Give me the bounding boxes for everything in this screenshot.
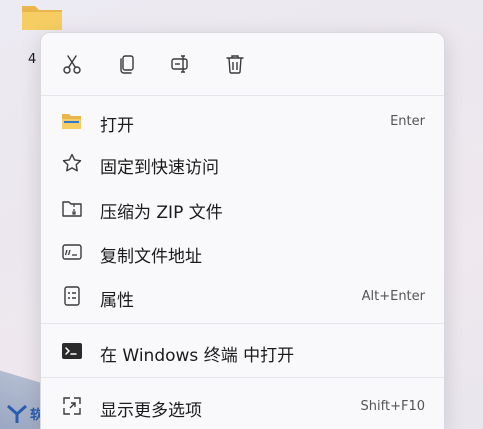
more-options-icon bbox=[61, 395, 83, 417]
menu-item-compress-zip[interactable]: 压缩为 ZIP 文件 bbox=[47, 188, 440, 228]
copy-path-icon bbox=[61, 241, 83, 263]
trash-icon bbox=[226, 55, 244, 74]
menu-item-shortcut: Shift+F10 bbox=[360, 399, 425, 414]
properties-icon bbox=[61, 285, 83, 307]
menu-item-show-more-options[interactable]: 显示更多选项 Shift+F10 bbox=[47, 386, 440, 426]
desktop-folder-caption: 4 bbox=[28, 52, 37, 67]
menu-separator bbox=[41, 323, 444, 324]
menu-item-properties[interactable]: 属性 Alt+Enter bbox=[47, 276, 440, 316]
zip-folder-icon bbox=[61, 197, 83, 219]
menu-item-open[interactable]: 打开 Enter bbox=[47, 101, 440, 141]
desktop-folder-icon[interactable] bbox=[20, 2, 64, 32]
context-menu: 打开 Enter 固定到快速访问 压缩为 ZIP 文件 复制文件地址 属性 Al… bbox=[40, 32, 445, 429]
menu-item-label: 压缩为 ZIP 文件 bbox=[100, 203, 223, 223]
menu-item-label: 显示更多选项 bbox=[100, 401, 202, 421]
menu-item-label: 在 Windows 终端 中打开 bbox=[100, 346, 295, 366]
menu-item-shortcut: Alt+Enter bbox=[361, 289, 425, 304]
rename-button[interactable] bbox=[165, 49, 197, 79]
menu-item-copy-path[interactable]: 复制文件地址 bbox=[47, 232, 440, 272]
menu-item-pin-quick-access[interactable]: 固定到快速访问 bbox=[47, 143, 440, 183]
folder-open-icon bbox=[61, 110, 83, 132]
menu-item-open-in-terminal[interactable]: 在 Windows 终端 中打开 bbox=[47, 331, 440, 371]
context-menu-toolbar bbox=[41, 33, 444, 95]
rename-icon bbox=[171, 55, 188, 73]
menu-item-label: 复制文件地址 bbox=[100, 247, 202, 267]
delete-button[interactable] bbox=[219, 49, 251, 79]
copy-button[interactable] bbox=[111, 49, 143, 79]
cut-button[interactable] bbox=[56, 49, 88, 79]
brand-logo-icon bbox=[7, 404, 27, 423]
copy-icon bbox=[120, 55, 134, 74]
terminal-icon bbox=[61, 340, 83, 362]
menu-separator bbox=[41, 95, 444, 96]
menu-item-label: 固定到快速访问 bbox=[100, 158, 219, 178]
star-icon bbox=[61, 152, 83, 174]
menu-item-label: 打开 bbox=[100, 116, 134, 136]
menu-item-label: 属性 bbox=[100, 291, 134, 311]
scissors-icon bbox=[63, 55, 81, 74]
menu-item-shortcut: Enter bbox=[390, 114, 425, 129]
menu-separator bbox=[41, 377, 444, 378]
